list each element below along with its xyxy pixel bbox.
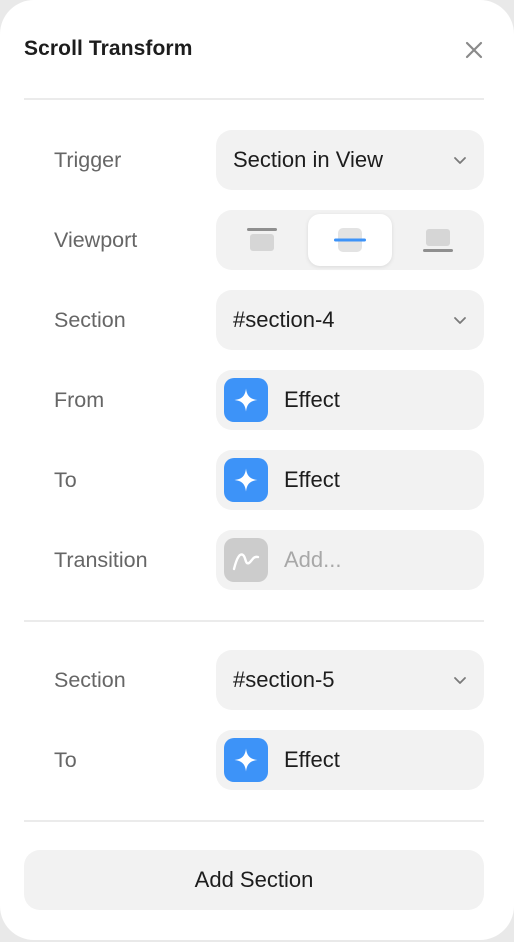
transition-row: Transition Add... xyxy=(0,530,514,590)
section-select[interactable]: #section-4 xyxy=(216,290,484,350)
to-label: To xyxy=(54,468,77,492)
viewport-label: Viewport xyxy=(54,228,138,252)
divider xyxy=(24,620,484,622)
sparkle-icon xyxy=(234,388,258,412)
trigger-select[interactable]: Section in View xyxy=(216,130,484,190)
section-label: Section xyxy=(54,308,126,332)
trigger-label: Trigger xyxy=(54,148,122,172)
transition-label: Transition xyxy=(54,548,148,572)
viewport-center-icon xyxy=(334,228,366,252)
from-effect-field[interactable]: Effect xyxy=(216,370,484,430)
to-effect-value: Effect xyxy=(284,467,340,492)
divider xyxy=(24,820,484,822)
panel-title: Scroll Transform xyxy=(24,37,193,60)
to-label: To xyxy=(54,748,77,772)
effect-badge xyxy=(224,738,268,782)
close-button[interactable] xyxy=(462,38,486,62)
to-effect-field[interactable]: Effect xyxy=(216,730,484,790)
viewport-top-option[interactable] xyxy=(220,214,304,266)
section-value: #section-5 xyxy=(233,667,335,692)
trigger-value: Section in View xyxy=(233,147,384,172)
scroll-transform-panel: Scroll Transform Trigger Section in View… xyxy=(0,0,514,940)
to-row-1: To Effect xyxy=(0,450,514,510)
section-label: Section xyxy=(54,668,126,692)
from-effect-value: Effect xyxy=(284,387,340,412)
effect-badge xyxy=(224,378,268,422)
sparkle-icon xyxy=(234,748,258,772)
viewport-top-icon xyxy=(247,228,277,251)
to-effect-field[interactable]: Effect xyxy=(216,450,484,510)
viewport-segmented-control xyxy=(216,210,484,270)
chevron-down-icon xyxy=(454,677,466,684)
section-row-2: Section #section-5 xyxy=(0,650,514,710)
transition-field[interactable]: Add... xyxy=(216,530,484,590)
section-value: #section-4 xyxy=(233,307,335,332)
chevron-down-icon xyxy=(454,157,466,164)
viewport-row: Viewport xyxy=(0,210,514,270)
trigger-row: Trigger Section in View xyxy=(0,130,514,190)
viewport-center-option[interactable] xyxy=(308,214,392,266)
add-section-button[interactable]: Add Section xyxy=(24,850,484,910)
effect-badge xyxy=(224,458,268,502)
transition-badge xyxy=(224,538,268,582)
chevron-down-icon xyxy=(454,317,466,324)
transition-placeholder: Add... xyxy=(284,547,342,572)
section-row-1: Section #section-4 xyxy=(0,290,514,350)
divider xyxy=(24,98,484,100)
sparkle-icon xyxy=(234,468,258,492)
viewport-bottom-option[interactable] xyxy=(396,214,480,266)
section-select[interactable]: #section-5 xyxy=(216,650,484,710)
viewport-bottom-icon xyxy=(423,229,453,252)
close-icon xyxy=(465,41,483,59)
to-row-2: To Effect xyxy=(0,730,514,790)
from-row: From Effect xyxy=(0,370,514,430)
to-effect-value: Effect xyxy=(284,747,340,772)
curve-icon xyxy=(232,553,260,571)
from-label: From xyxy=(54,388,105,412)
